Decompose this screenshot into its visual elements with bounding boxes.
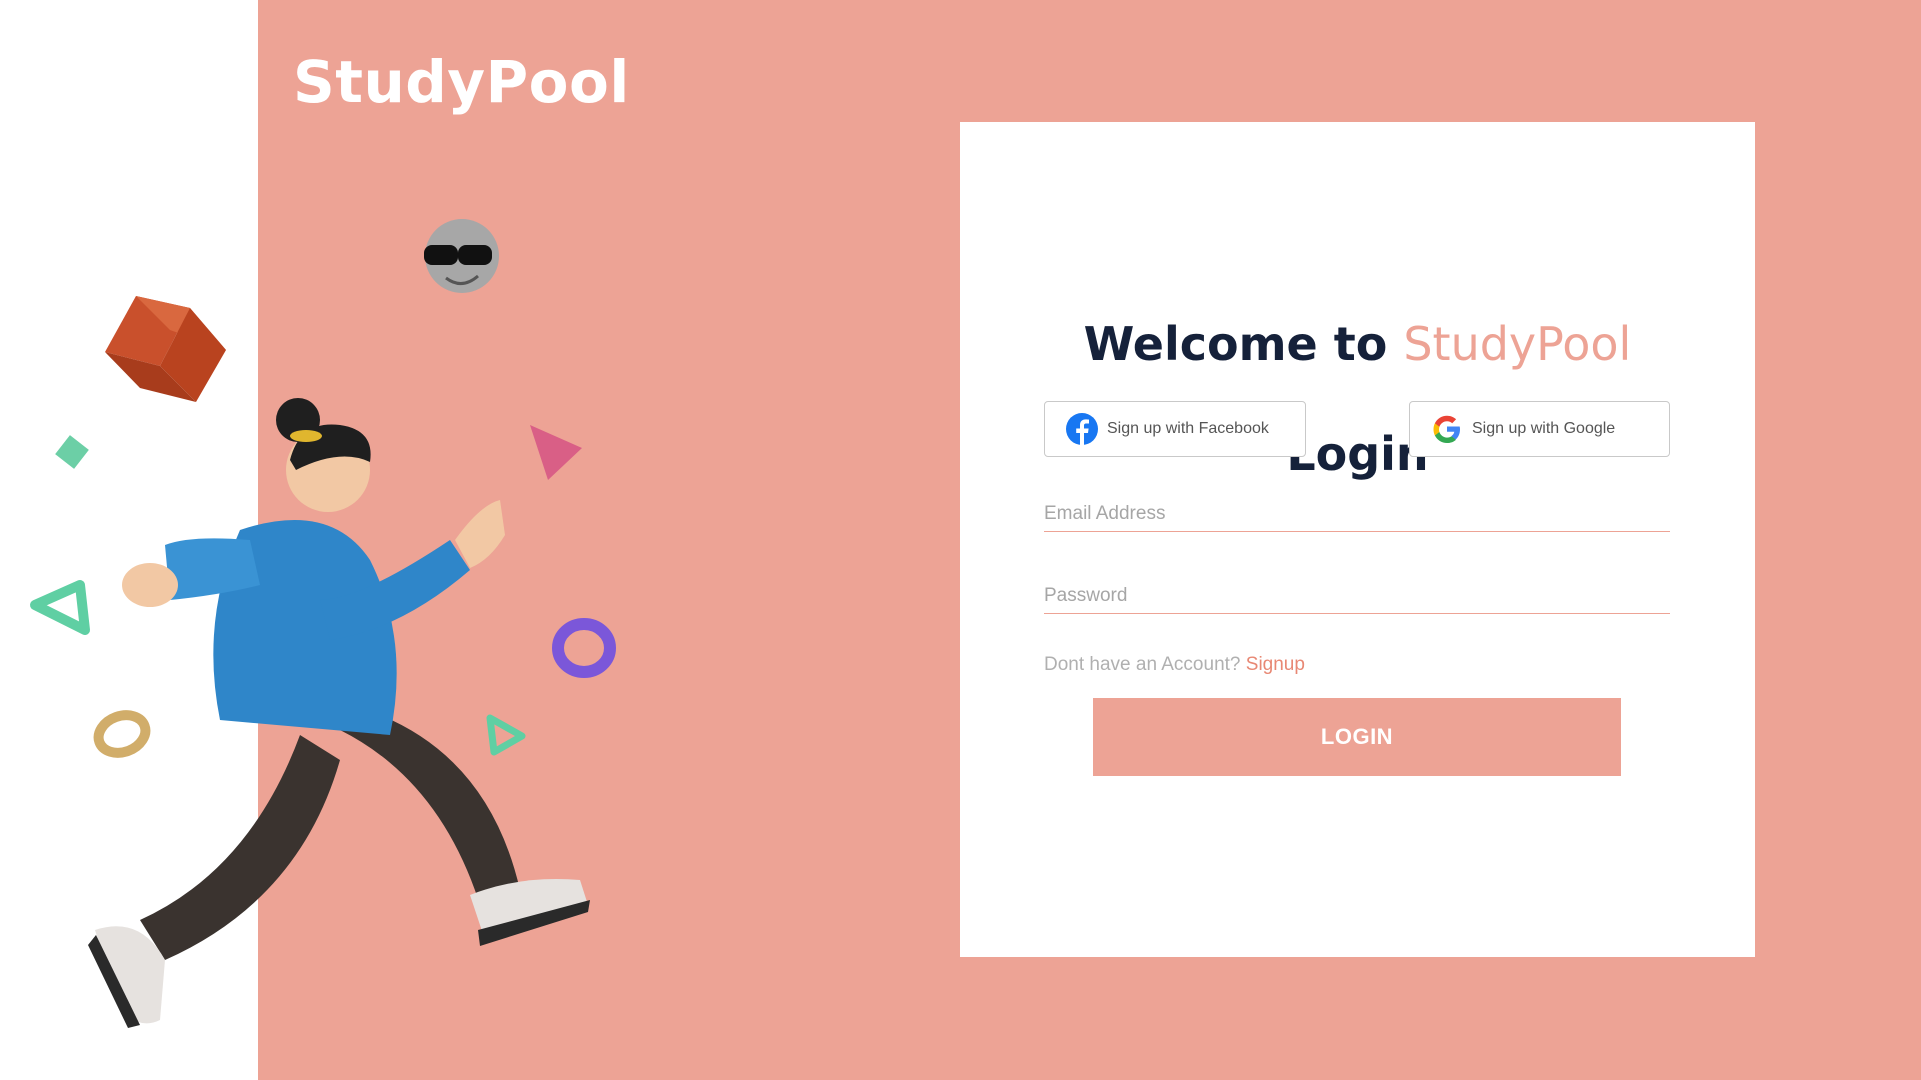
signup-prompt-line: Dont have an Account? Signup <box>1044 654 1305 676</box>
google-icon <box>1430 412 1464 446</box>
small-triangle-shape <box>486 714 526 756</box>
facebook-signup-button[interactable]: Sign up with Facebook <box>1044 401 1306 457</box>
hero-illustration <box>30 219 616 1028</box>
email-field[interactable] <box>1044 496 1670 532</box>
ring-shape <box>93 710 151 758</box>
triangle-shape <box>30 580 90 635</box>
password-field[interactable] <box>1044 578 1670 614</box>
cube-shape <box>105 296 226 402</box>
login-card: Welcome to StudyPool Login <box>960 122 1755 957</box>
welcome-brand: StudyPool <box>1403 317 1632 371</box>
signup-link[interactable]: Signup <box>1246 654 1305 675</box>
facebook-icon <box>1065 412 1099 446</box>
welcome-prefix: Welcome to <box>1083 317 1388 371</box>
torus-shape <box>552 618 616 678</box>
emoji-ball <box>424 219 499 293</box>
signup-prompt: Dont have an Account? <box>1044 654 1241 675</box>
google-signup-label: Sign up with Google <box>1472 420 1616 437</box>
google-signup-button[interactable]: Sign up with Google <box>1409 401 1670 457</box>
welcome-heading: Welcome to StudyPool <box>960 317 1755 371</box>
walking-person <box>88 398 590 1028</box>
cone-shape <box>530 425 582 480</box>
diamond-shape <box>55 435 89 469</box>
login-button[interactable]: LOGIN <box>1093 698 1621 776</box>
facebook-signup-label: Sign up with Facebook <box>1107 420 1269 437</box>
